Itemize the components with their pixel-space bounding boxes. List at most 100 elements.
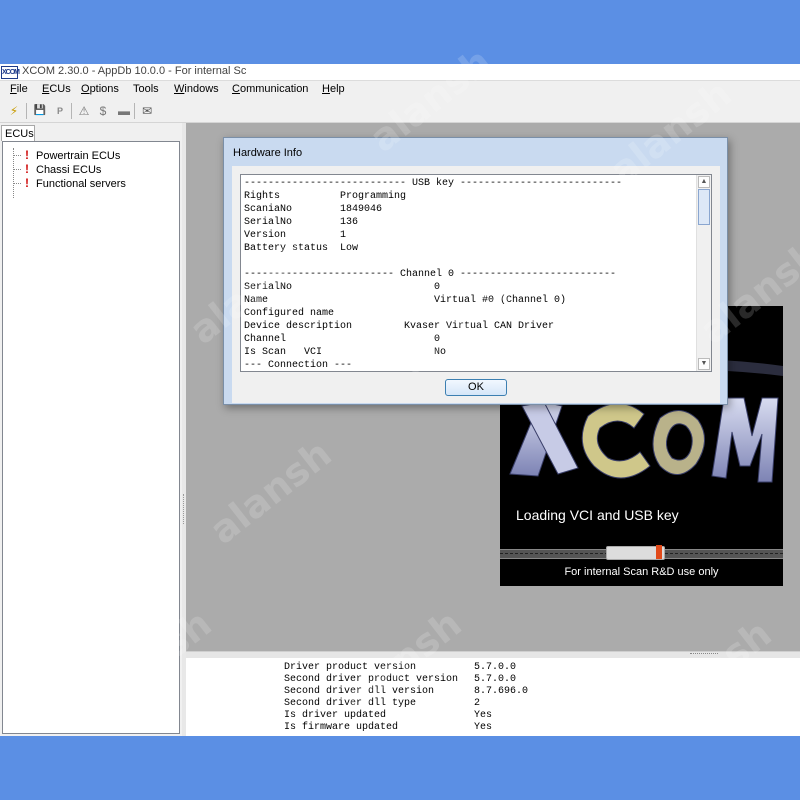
tree-item-functional-servers[interactable]: ! Functional servers [23,176,126,190]
toolbar-separator [134,103,135,119]
info-key: Name [244,295,269,306]
warning-icon[interactable]: ⚠ [76,103,92,119]
lightning-icon[interactable]: ⚡ [6,103,22,119]
info-value: 136 [340,217,359,228]
info-line: ScaniaNo 1849046 [244,204,382,216]
menu-options[interactable]: Options [81,83,119,95]
dialog-title: Hardware Info [233,147,303,159]
tree-item-chassi-ecus[interactable]: ! Chassi ECUs [23,162,101,176]
info-value: Virtual #0 (Channel 0) [434,295,567,306]
scroll-down-icon[interactable]: ▼ [698,358,710,370]
title-bar: XCOM XCOM 2.30.0 - AppDb 10.0.0 - For in… [0,64,800,81]
menu-ecus[interactable]: ECUs [42,83,71,95]
tree-connector [13,169,21,170]
log-value: 2 [474,698,481,709]
info-key: SerialNo [244,217,293,228]
tab-ecus[interactable]: ECUs [1,125,35,141]
log-key: Driver product version [284,662,417,673]
lock-icon[interactable]: ▬ [116,103,132,119]
log-value: Yes [474,710,493,721]
log-key: Second driver product version [284,674,459,685]
info-key: ------------------------- Channel 0 ----… [244,269,617,280]
tree-item-label: Functional servers [36,178,126,190]
splash-loading-text: Loading VCI and USB key [516,507,679,523]
log-row: Driver product version 5.7.0.0 [284,662,516,674]
info-value: 0 [434,282,441,293]
menu-windows[interactable]: Windows [174,83,219,95]
vertical-scrollbar[interactable]: ▲ ▼ [696,175,711,371]
save-icon[interactable]: 💾 [32,103,48,119]
info-line: ------------------------- Channel 0 ----… [244,269,616,281]
info-line: Name Virtual #0 (Channel 0) [244,295,566,307]
info-line: SerialNo 136 [244,217,358,229]
ecu-panel: ECUs ! Powertrain ECUs ! Chassi ECUs ! Func… [0,123,182,736]
log-output: Driver product version 5.7.0.0 Second dri… [186,658,800,736]
log-key: Second driver dll version [284,686,435,697]
train-locomotive-icon [656,545,662,559]
hardware-info-dialog: Hardware Info --------------------------… [223,137,728,405]
info-line: Rights Programming [244,191,406,203]
log-row: Second driver dll type 2 [284,698,480,710]
log-row: Second driver dll version 8.7.696.0 [284,686,528,698]
menu-file[interactable]: File [10,83,28,95]
log-value: 5.7.0.0 [474,662,517,673]
toolbar-separator [26,103,27,119]
info-value: Programming [340,191,407,202]
menu-bar: File ECUs Options Tools Windows Communic… [0,81,800,99]
ok-button[interactable]: OK [445,379,507,396]
warning-exclamation-icon: ! [25,162,29,176]
info-key: Battery status [244,243,329,254]
info-value: 1 [340,230,347,241]
info-line: SerialNo 0 [244,282,440,294]
scroll-up-icon[interactable]: ▲ [698,176,710,188]
hardware-info-text[interactable]: --------------------------- USB key ----… [240,174,712,372]
tree-item-powertrain-ecus[interactable]: ! Powertrain ECUs [23,148,120,162]
toolbar: ⚡ 💾 P ⚠ $ ▬ ✉ [0,100,800,123]
info-key: Configured name [244,308,335,319]
menu-tools[interactable]: Tools [133,83,159,95]
info-line: Battery status Low [244,243,358,255]
warning-exclamation-icon: ! [25,148,29,162]
info-line: --------------------------- USB key ----… [244,178,622,190]
info-line: Device description Kvaser Virtual CAN Dri… [244,321,554,333]
log-row: Is driver updated Yes [284,710,492,722]
parameter-icon[interactable]: P [52,103,68,119]
dialog-body: --------------------------- USB key ----… [232,166,720,403]
scroll-thumb[interactable] [698,189,710,225]
info-key: SerialNo [244,282,293,293]
ecu-tree[interactable]: ! Powertrain ECUs ! Chassi ECUs ! Functiona… [2,141,180,734]
info-value: Kvaser Virtual CAN Driver [404,321,555,332]
info-line: Is Scan VCI No [244,347,446,359]
dollar-icon[interactable]: $ [95,103,111,119]
xcom-app-icon[interactable]: XCOM [1,66,20,79]
splitter-grip[interactable] [690,653,718,656]
tree-connector [13,183,21,184]
envelope-icon[interactable]: ✉ [139,103,155,119]
info-key: Is Scan VCI [244,347,323,358]
info-key: --------------------------- USB key ----… [244,178,623,189]
info-key: Rights [244,191,281,202]
log-key: Is driver updated [284,710,387,721]
info-line: --- Connection --- [244,360,353,371]
log-value: 8.7.696.0 [474,686,529,697]
xcom-window: XCOM XCOM 2.30.0 - AppDb 10.0.0 - For in… [0,64,800,736]
info-value: 1849046 [340,204,383,215]
log-row: Second driver product version 5.7.0.0 [284,674,516,686]
info-key: ScaniaNo [244,204,293,215]
log-value: 5.7.0.0 [474,674,517,685]
splash-footer-text: For internal Scan R&D use only [564,566,719,578]
log-row: Is firmware updated Yes [284,722,492,734]
menu-help[interactable]: Help [322,83,345,95]
info-key: Channel [244,334,287,345]
log-key: Is firmware updated [284,722,399,733]
info-key: Device description [244,321,353,332]
window-title: XCOM 2.30.0 - AppDb 10.0.0 - For interna… [22,65,247,77]
info-value: No [434,347,447,358]
menu-communication[interactable]: Communication [232,83,308,95]
tree-item-label: Chassi ECUs [36,164,102,176]
info-key: --- Connection --- [244,360,353,371]
log-value: Yes [474,722,493,733]
info-key: Version [244,230,287,241]
info-line: Version 1 [244,230,346,242]
info-value: 0 [434,334,441,345]
